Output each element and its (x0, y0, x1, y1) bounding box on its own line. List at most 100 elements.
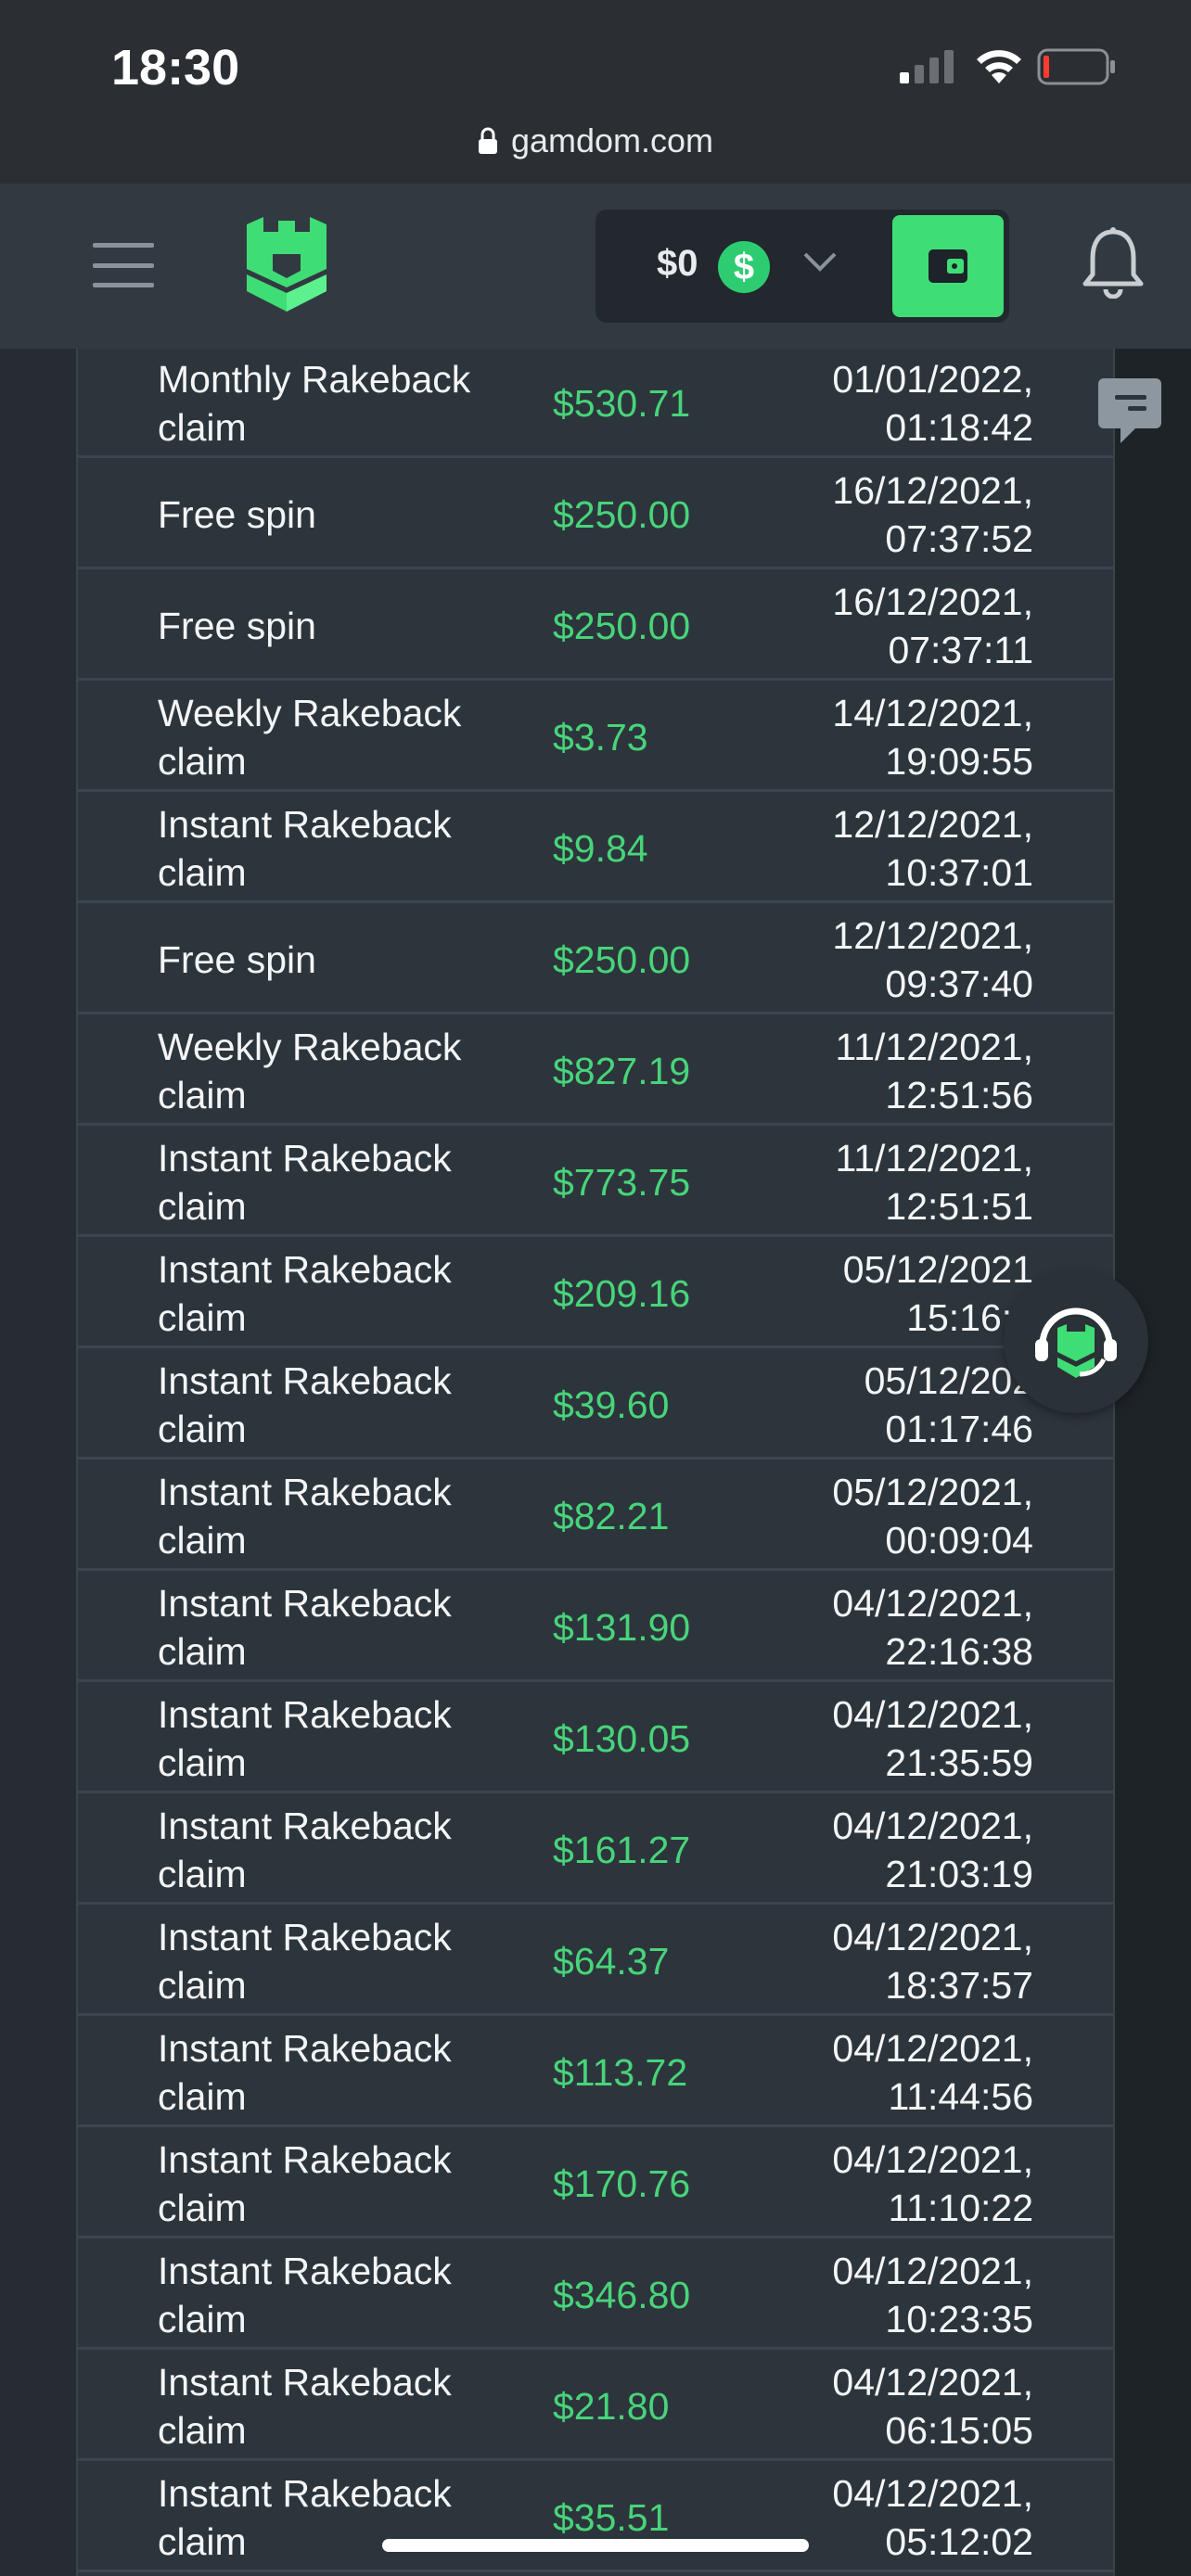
transaction-time: 18:37:57 (885, 1964, 1033, 2007)
transaction-date: 16/12/2021, (832, 469, 1033, 512)
table-row: Instant Rakeback claim $346.80 04/12/2021,… (78, 2240, 1113, 2350)
transaction-amount: $35.51 (553, 2495, 670, 2539)
transaction-type: Instant Rakeback claim (158, 2250, 452, 2340)
transaction-datetime: 04/12/2021, 06:15:05 (832, 2352, 1033, 2461)
transaction-time: 12:51:51 (885, 1185, 1033, 1228)
wallet-button[interactable] (892, 215, 1004, 317)
bell-icon[interactable] (1080, 226, 1146, 299)
transaction-datetime: 04/12/2021, 18:37:57 (832, 1906, 1033, 2016)
transaction-time: 22:16:38 (885, 1630, 1033, 1673)
transaction-datetime: 05/12/2021, 00:09:04 (832, 1461, 1033, 1571)
transaction-time: 11:10:22 (888, 2187, 1033, 2229)
transaction-time: 12:51:56 (885, 1074, 1033, 1116)
transaction-amount: $250.00 (553, 604, 691, 647)
balance-amount: $0 (657, 243, 698, 284)
transaction-amount: $131.90 (553, 1605, 691, 1649)
transaction-time: 07:37:52 (885, 517, 1033, 560)
transaction-time: 00:09:04 (885, 1519, 1033, 1562)
table-row: Weekly Rakeback claim $827.19 11/12/2021, 1… (78, 1016, 1113, 1126)
transaction-date: 05/12/2021 (842, 1248, 1033, 1291)
transaction-time: 01:17:46 (885, 1408, 1033, 1450)
transaction-type: Monthly Rakeback claim (158, 358, 471, 449)
table-row: Instant Rakeback claim $64.37 04/12/2021, 1… (78, 1906, 1113, 2016)
transaction-datetime: 11/12/2021, 12:51:56 (835, 1016, 1033, 1126)
wifi-icon (977, 50, 1021, 83)
lock-icon (478, 127, 497, 154)
transaction-type: Instant Rakeback claim (158, 1471, 452, 1562)
transaction-amount: $250.00 (553, 492, 691, 536)
transaction-amount: $209.16 (553, 1271, 691, 1315)
transaction-amount: $64.37 (553, 1939, 670, 1983)
transaction-datetime: 04/12/2021, 22:16:38 (832, 1573, 1033, 1682)
transaction-amount: $530.71 (553, 381, 691, 425)
table-row: Instant Rakeback claim $773.75 11/12/2021,… (78, 1128, 1113, 1237)
transaction-type: Instant Rakeback claim (158, 1804, 452, 1895)
signal-icon (900, 50, 954, 83)
logo-icon[interactable] (247, 217, 327, 312)
transaction-type: Instant Rakeback claim (158, 1137, 452, 1228)
transaction-date: 04/12/2021, (832, 1916, 1033, 1958)
transaction-amount: $827.19 (553, 1049, 691, 1092)
transaction-amount: $113.72 (553, 2050, 688, 2094)
status-time: 18:30 (111, 40, 240, 96)
transaction-type: Free spin (158, 938, 316, 981)
transaction-amount: $3.73 (553, 715, 648, 759)
table-row: Instant Rakeback claim $39.60 05/12/202 01:… (78, 1350, 1113, 1460)
menu-icon[interactable] (93, 241, 154, 289)
transaction-type: Instant Rakeback claim (158, 2472, 452, 2563)
transaction-time: 10:23:35 (885, 2298, 1033, 2340)
app-root: 18:30 gamdom.com $0 $ Monthly Rakeback c… (0, 0, 1191, 2576)
transaction-time: 21:03:19 (885, 1853, 1033, 1895)
transaction-date: 04/12/2021, (832, 1693, 1033, 1736)
home-indicator[interactable] (382, 2539, 809, 2552)
transaction-amount: $39.60 (553, 1383, 670, 1426)
transaction-time: 06:15:05 (885, 2409, 1033, 2452)
url-text: gamdom.com (510, 121, 714, 159)
status-bar: 18:30 gamdom.com (0, 0, 1191, 184)
side-strip (0, 349, 76, 2576)
transaction-amount: $170.76 (553, 2162, 691, 2205)
table-row: Instant Rakeback claim $131.90 04/12/2021,… (78, 1573, 1113, 1682)
transaction-date: 16/12/2021, (832, 580, 1033, 623)
transaction-date: 04/12/2021, (832, 2027, 1033, 2070)
chat-icon[interactable] (1095, 376, 1165, 447)
transaction-type: Weekly Rakeback claim (158, 1026, 462, 1116)
transaction-amount: $161.27 (553, 1828, 691, 1871)
transaction-datetime: 16/12/2021, 07:37:11 (832, 571, 1033, 681)
transaction-type: Instant Rakeback claim (158, 1582, 452, 1673)
table-row: Instant Rakeback claim $130.05 04/12/2021,… (78, 1684, 1113, 1793)
transaction-datetime: 04/12/2021, 21:35:59 (832, 1684, 1033, 1793)
table-row: Instant Rakeback claim $113.72 04/12/2021,… (78, 2018, 1113, 2127)
table-row: Weekly Rakeback claim $3.73 14/12/2021, 19:… (78, 682, 1113, 792)
transaction-time: 01:18:42 (885, 406, 1033, 449)
chevron-down-icon[interactable] (801, 249, 839, 274)
transaction-time: 11:44:56 (888, 2075, 1033, 2118)
transaction-datetime: 01/01/2022, 01:18:42 (832, 349, 1033, 458)
table-row: Free spin $250.00 12/12/2021, 09:37:40 (78, 905, 1113, 1014)
table-row: Free spin $250.00 16/12/2021, 07:37:52 (78, 460, 1113, 569)
transaction-type: Instant Rakeback claim (158, 2138, 452, 2229)
transaction-amount: $250.00 (553, 937, 691, 981)
transaction-type: Instant Rakeback claim (158, 1916, 452, 2007)
transaction-type: Instant Rakeback claim (158, 1359, 452, 1450)
transaction-amount: $773.75 (553, 1160, 691, 1204)
transaction-type: Instant Rakeback claim (158, 1248, 452, 1339)
transaction-date: 11/12/2021, (835, 1137, 1033, 1180)
transaction-datetime: 04/12/2021, 21:03:19 (832, 1795, 1033, 1905)
transaction-amount: $82.21 (553, 1494, 670, 1537)
table-row: Instant Rakeback claim $21.80 04/12/2021, 0… (78, 2352, 1113, 2461)
transaction-amount: $346.80 (553, 2273, 691, 2316)
support-icon (1035, 1307, 1117, 1378)
transaction-type: Free spin (158, 493, 316, 536)
transaction-datetime: 04/12/2021, 05:12:02 (832, 2463, 1033, 2572)
url-bar[interactable]: gamdom.com (0, 117, 1191, 165)
transaction-type: Instant Rakeback claim (158, 2361, 452, 2452)
transaction-type: Weekly Rakeback claim (158, 692, 462, 783)
transaction-datetime: 14/12/2021, 19:09:55 (832, 682, 1033, 792)
transaction-time: 07:37:11 (888, 629, 1033, 671)
table-row: Instant Rakeback claim $209.16 05/12/2021 1… (78, 1239, 1113, 1348)
transaction-type: Instant Rakeback claim (158, 1693, 452, 1784)
transaction-date: 05/12/2021, (832, 1471, 1033, 1513)
support-button[interactable] (1004, 1269, 1148, 1413)
dollar-icon: $ (718, 241, 770, 293)
